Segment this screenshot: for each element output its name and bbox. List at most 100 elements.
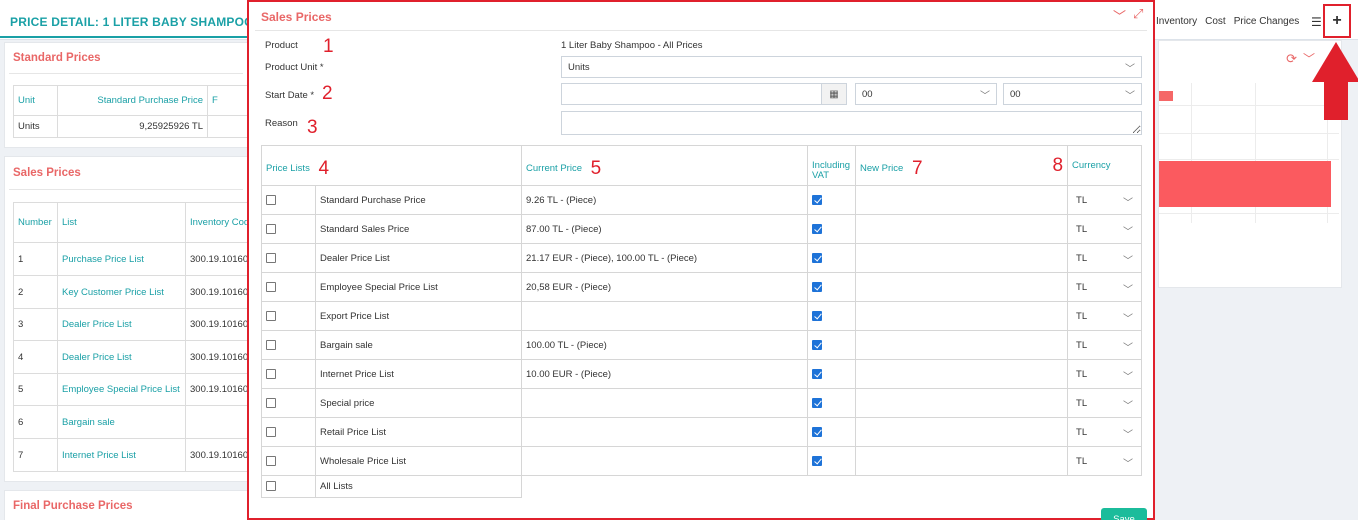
nav-price-changes[interactable]: Price Changes: [1234, 16, 1300, 27]
list-icon[interactable]: ☰: [1311, 15, 1322, 29]
currency-select[interactable]: TL ﹀: [1067, 272, 1143, 302]
row-select-checkbox[interactable]: [266, 281, 276, 292]
row-select-checkbox[interactable]: [266, 426, 276, 437]
currency-value: TL: [1076, 398, 1088, 409]
cell-list-link[interactable]: Key Customer Price List: [57, 275, 186, 309]
row-select-checkbox[interactable]: [266, 223, 276, 234]
nav-inventory[interactable]: Inventory: [1156, 16, 1197, 27]
all-lists-checkbox[interactable]: [266, 481, 276, 492]
refresh-icon[interactable]: ⟳: [1286, 51, 1297, 67]
chevron-down-icon: ﹀: [1125, 91, 1135, 102]
cell-list-link[interactable]: Employee Special Price List: [57, 373, 186, 406]
collapse-icon[interactable]: ﹀: [1113, 6, 1126, 25]
price-list-row: Bargain sale 100.00 TL - (Piece) TL ﹀: [261, 330, 1143, 360]
currency-select[interactable]: TL ﹀: [1067, 243, 1143, 273]
new-price-input[interactable]: [855, 388, 1069, 418]
modal-title: Sales Prices: [261, 10, 332, 24]
including-vat-checkbox[interactable]: [812, 397, 823, 408]
annotation-arrow-head: [1312, 42, 1358, 82]
minute-select[interactable]: 00 ﹀: [1003, 83, 1142, 105]
cell-list-link[interactable]: Dealer Price List: [57, 308, 186, 341]
row-select-checkbox[interactable]: [266, 368, 276, 379]
row-select-checkbox[interactable]: [266, 455, 276, 466]
current-price: 9.26 TL - (Piece): [521, 185, 809, 215]
column-header-list: List: [57, 202, 186, 243]
chevron-down-icon: ﹀: [1123, 401, 1134, 412]
including-vat-checkbox[interactable]: [812, 455, 823, 466]
column-header-inventory-code: Inventory Code: [185, 202, 247, 243]
row-select-checkbox[interactable]: [266, 194, 276, 205]
gridline: [1159, 159, 1339, 160]
new-price-input[interactable]: [855, 301, 1069, 331]
including-vat-checkbox[interactable]: [812, 194, 823, 205]
reason-textarea[interactable]: [561, 111, 1142, 135]
cell-list-link[interactable]: Bargain sale: [57, 405, 186, 439]
row-select-checkbox[interactable]: [266, 252, 276, 263]
column-header-number: Number: [13, 202, 58, 243]
column-header-including-vat: 6 Including VAT: [807, 145, 857, 186]
new-price-input[interactable]: [855, 185, 1069, 215]
empty-cell: [521, 475, 1142, 498]
new-price-input[interactable]: [855, 417, 1069, 447]
current-price: 87.00 TL - (Piece): [521, 214, 809, 244]
row-select-checkbox[interactable]: [266, 310, 276, 321]
plus-icon: +: [1332, 12, 1342, 29]
including-vat-checkbox[interactable]: [812, 223, 823, 234]
calendar-icon[interactable]: ▦: [821, 83, 847, 105]
cell-inventory-code: 300.19.10160: [185, 242, 247, 276]
currency-select[interactable]: TL ﹀: [1067, 359, 1143, 389]
divider: [255, 30, 1147, 31]
currency-select[interactable]: TL ﹀: [1067, 446, 1143, 476]
title-underline: [0, 36, 248, 38]
including-vat-checkbox[interactable]: [812, 252, 823, 263]
select-cell: [261, 446, 316, 476]
final-purchase-prices-title: Final Purchase Prices: [13, 500, 133, 512]
including-vat-checkbox[interactable]: [812, 426, 823, 437]
currency-select[interactable]: TL ﹀: [1067, 301, 1143, 331]
including-vat-checkbox[interactable]: [812, 368, 823, 379]
new-price-input[interactable]: [855, 243, 1069, 273]
cell-list-link[interactable]: Dealer Price List: [57, 340, 186, 374]
add-button[interactable]: +: [1323, 4, 1351, 38]
save-button[interactable]: Save: [1101, 508, 1147, 520]
currency-select[interactable]: TL ﹀: [1067, 417, 1143, 447]
new-price-input[interactable]: [855, 446, 1069, 476]
product-unit-label: Product Unit *: [265, 62, 324, 73]
nav-cost[interactable]: Cost: [1205, 16, 1226, 27]
new-price-input[interactable]: [855, 330, 1069, 360]
final-purchase-prices-panel: Final Purchase Prices: [4, 490, 248, 520]
vat-cell: [807, 417, 857, 447]
cell-number: 5: [13, 373, 58, 406]
price-list-name: Internet Price List: [314, 359, 523, 389]
sales-prices-modal: Sales Prices ﹀ ⤢ Product 1 1 Liter Baby …: [247, 0, 1155, 520]
cell-list-link[interactable]: Purchase Price List: [57, 242, 186, 276]
currency-select[interactable]: TL ﹀: [1067, 214, 1143, 244]
new-price-input[interactable]: [855, 272, 1069, 302]
currency-select[interactable]: TL ﹀: [1067, 185, 1143, 215]
cell-number: 2: [13, 275, 58, 309]
cell-number: 3: [13, 308, 58, 341]
reason-label: Reason: [265, 118, 298, 129]
row-select-checkbox[interactable]: [266, 339, 276, 350]
product-unit-select[interactable]: Units ﹀: [561, 56, 1142, 78]
select-cell: [261, 214, 316, 244]
annotation-arrow-body: [1324, 82, 1348, 120]
column-header-new-price: New Price 7 8: [855, 145, 1069, 186]
chevron-down-icon: ﹀: [1123, 372, 1134, 383]
including-vat-checkbox[interactable]: [812, 281, 823, 292]
new-price-input[interactable]: [855, 214, 1069, 244]
table-row: 2 Key Customer Price List 300.19.10160: [13, 275, 247, 309]
current-price: 10.00 EUR - (Piece): [521, 359, 809, 389]
expand-icon[interactable]: ⤢: [1133, 6, 1143, 22]
row-select-checkbox[interactable]: [266, 397, 276, 408]
currency-select[interactable]: TL ﹀: [1067, 330, 1143, 360]
hour-select[interactable]: 00 ﹀: [855, 83, 997, 105]
currency-select[interactable]: TL ﹀: [1067, 388, 1143, 418]
including-vat-checkbox[interactable]: [812, 339, 823, 350]
page-title: PRICE DETAIL: 1 LITER BABY SHAMPOO: [10, 15, 254, 29]
cell-list-link[interactable]: Internet Price List: [57, 438, 186, 472]
including-vat-checkbox[interactable]: [812, 310, 823, 321]
start-date-input[interactable]: [561, 83, 823, 105]
currency-value: TL: [1076, 224, 1088, 235]
new-price-input[interactable]: [855, 359, 1069, 389]
